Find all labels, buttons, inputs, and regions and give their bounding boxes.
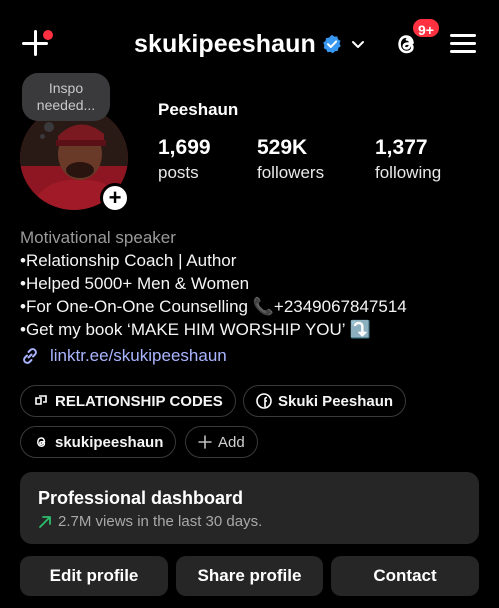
stat-followers[interactable]: 529K followers: [257, 136, 324, 183]
username: skukipeeshaun: [134, 29, 316, 58]
notification-badge: 9+: [411, 17, 441, 39]
account-switcher[interactable]: skukipeeshaun: [134, 27, 366, 61]
add-story-button[interactable]: +: [100, 183, 130, 213]
chip-facebook[interactable]: Skuki Peeshaun: [243, 385, 407, 417]
note-bubble-tail-small: [40, 134, 45, 139]
note-bubble-tail: [44, 122, 54, 132]
bio-category: Motivational speaker: [20, 228, 176, 247]
dashboard-title: Professional dashboard: [38, 488, 244, 508]
bio-line: •Get my book ‘MAKE HIM WORSHIP YOU’ ⤵️: [20, 320, 371, 339]
share-profile-button[interactable]: Share profile: [176, 556, 323, 596]
bio-line: •Relationship Coach | Author: [20, 251, 237, 270]
chip-label: RELATIONSHIP CODES: [55, 392, 223, 410]
dashboard-subtitle: 2.7M views in the last 30 days.: [38, 513, 461, 530]
bio: Motivational speaker •Relationship Coach…: [20, 226, 490, 341]
chevron-down-icon: [351, 41, 364, 48]
note-bubble[interactable]: Inspo needed...: [22, 73, 110, 121]
relationship-codes-icon: [35, 395, 47, 405]
threads-icon: [37, 437, 46, 447]
dashboard-subtitle-text: 2.7M views in the last 30 days.: [58, 513, 263, 530]
profile-screen: skukipeeshaun 9+ + Inspo needed... Peesh…: [0, 0, 499, 608]
chip-label: skukipeeshaun: [55, 433, 164, 451]
stat-followers-label: followers: [257, 163, 325, 182]
chip-label: Skuki Peeshaun: [278, 392, 394, 410]
edit-profile-button[interactable]: Edit profile: [20, 556, 168, 596]
stat-posts-label: posts: [158, 163, 199, 182]
bio-line: •Helped 5000+ Men & Women: [20, 274, 250, 293]
chip-add[interactable]: Add: [185, 426, 258, 458]
verified-badge-icon: [323, 34, 341, 54]
trend-up-icon: [39, 515, 51, 528]
bio-link-text: linktr.ee/skukipeeshaun: [50, 346, 227, 365]
create-plus-icon[interactable]: [20, 28, 55, 62]
new-dot-indicator: [41, 28, 55, 42]
chip-threads[interactable]: skukipeeshaun: [20, 426, 177, 458]
stat-following[interactable]: 1,377 following: [375, 136, 441, 183]
plus-icon: [198, 435, 212, 449]
display-name: Peeshaun: [158, 100, 239, 119]
stat-following-label: following: [375, 163, 442, 182]
chip-label: Add: [218, 433, 245, 451]
chip-relationship-codes[interactable]: RELATIONSHIP CODES: [20, 385, 236, 417]
stat-followers-value: 529K: [257, 136, 308, 159]
stat-posts-value: 1,699: [158, 136, 211, 159]
bio-line: •For One-On-One Counselling 📞+2349067847…: [20, 297, 407, 316]
bio-link[interactable]: linktr.ee/skukipeeshaun: [20, 346, 227, 366]
facebook-icon: [256, 393, 272, 409]
stat-posts[interactable]: 1,699 posts: [158, 136, 211, 183]
link-icon: [23, 348, 37, 364]
professional-dashboard[interactable]: Professional dashboard 2.7M views in the…: [20, 472, 479, 544]
menu-icon[interactable]: [450, 32, 476, 56]
stat-following-value: 1,377: [375, 136, 428, 159]
contact-button[interactable]: Contact: [331, 556, 479, 596]
top-bar: skukipeeshaun 9+: [0, 14, 499, 70]
